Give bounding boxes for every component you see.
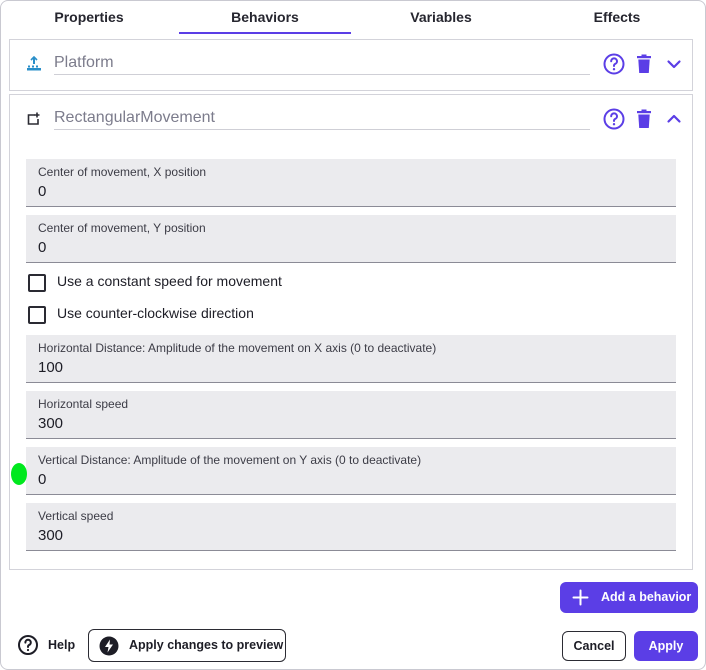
help-icon[interactable] [602,52,626,76]
help-circle-icon [18,635,38,655]
field-value[interactable]: 300 [38,415,63,432]
constant-speed-checkbox[interactable] [28,274,46,292]
field-value[interactable]: 0 [38,471,46,488]
behavior-card-platform: Platform [9,39,693,91]
field-value[interactable]: 0 [38,239,46,256]
cancel-button[interactable]: Cancel [562,631,626,661]
field-label: Horizontal speed [38,397,129,411]
trash-icon[interactable] [632,52,656,76]
center-y-field[interactable]: Center of movement, Y position 0 [26,215,676,263]
horizontal-distance-field[interactable]: Horizontal Distance: Amplitude of the mo… [26,335,676,383]
field-value[interactable]: 0 [38,183,46,200]
behavior-header: RectangularMovement [10,95,692,145]
pointer-cursor-marker [11,463,27,485]
tab-behaviors[interactable]: Behaviors [177,1,353,34]
help-label: Help [48,638,76,652]
checkbox-label[interactable]: Use counter-clockwise direction [57,305,254,321]
tab-variables[interactable]: Variables [353,1,529,34]
tab-bar: Properties Behaviors Variables Effects [1,1,705,34]
field-label: Center of movement, Y position [38,221,206,235]
behavior-card-rectangular-movement: RectangularMovement Center of movement, … [9,94,693,570]
apply-preview-label: Apply changes to preview [129,638,284,652]
field-value[interactable]: 300 [38,527,63,544]
behavior-header: Platform [10,40,692,90]
field-value[interactable]: 100 [38,359,63,376]
field-label: Center of movement, X position [38,165,207,179]
chevron-down-icon[interactable] [662,52,686,76]
lightning-icon [99,636,119,656]
plus-icon [572,589,589,606]
rectangular-movement-icon [27,112,40,125]
behavior-name-field[interactable]: RectangularMovement [54,107,590,130]
center-x-field[interactable]: Center of movement, X position 0 [26,159,676,207]
field-label: Horizontal Distance: Amplitude of the mo… [38,341,437,355]
tab-effects[interactable]: Effects [529,1,705,34]
field-label: Vertical Distance: Amplitude of the move… [38,453,422,467]
horizontal-speed-field[interactable]: Horizontal speed 300 [26,391,676,439]
add-behavior-button[interactable]: Add a behavior [560,582,698,613]
platform-icon [27,56,41,71]
add-behavior-label: Add a behavior [601,590,692,604]
checkbox-label[interactable]: Use a constant speed for movement [57,273,282,289]
chevron-up-icon[interactable] [662,107,686,131]
trash-icon[interactable] [632,107,656,131]
behavior-name-field[interactable]: Platform [54,52,590,75]
apply-button[interactable]: Apply [634,631,698,661]
vertical-speed-field[interactable]: Vertical speed 300 [26,503,676,551]
vertical-distance-field[interactable]: Vertical Distance: Amplitude of the move… [26,447,676,495]
field-label: Vertical speed [38,509,114,523]
ccw-direction-checkbox[interactable] [28,306,46,324]
behaviors-dialog: Properties Behaviors Variables Effects P… [0,0,706,670]
tab-properties[interactable]: Properties [1,1,177,34]
apply-changes-to-preview-button[interactable]: Apply changes to preview [88,629,286,662]
behaviors-list: Platform RectangularMovement Center of m… [9,37,693,570]
help-icon[interactable] [602,107,626,131]
